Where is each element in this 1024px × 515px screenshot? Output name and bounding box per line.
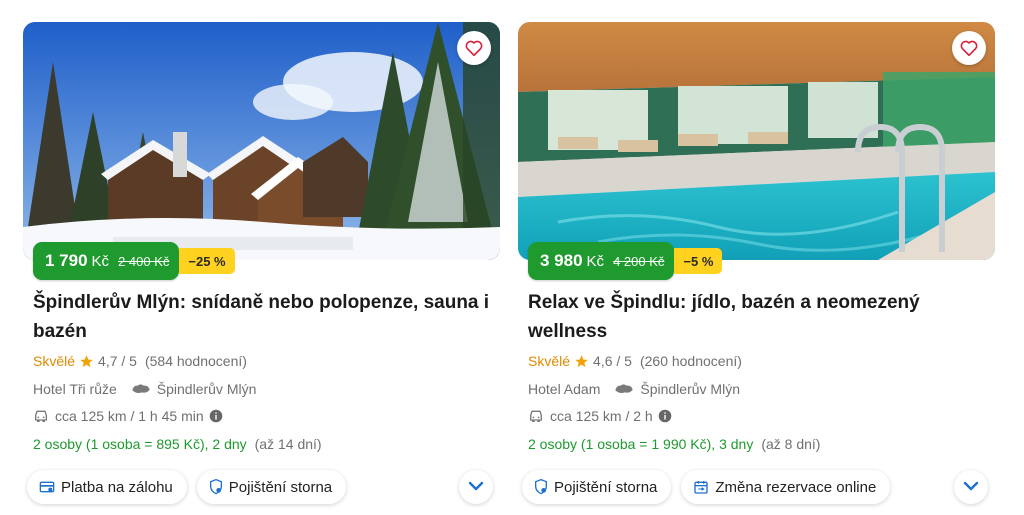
rating-word: Skvělé — [33, 353, 76, 369]
chip-label: Pojištění storna — [228, 478, 333, 496]
hotel-row: Hotel Adam Špindlerův Mlýn — [528, 381, 740, 397]
chip-label: Pojištění storna — [554, 478, 658, 496]
expand-button[interactable] — [459, 470, 493, 504]
expand-button[interactable] — [954, 470, 988, 504]
hotel-photo-indoor-pool[interactable] — [518, 22, 995, 260]
price-badge: 1 790 Kč 2 400 Kč — [33, 242, 180, 280]
location-name: Špindlerův Mlýn — [156, 381, 257, 397]
rating-value: 4,7 / 5 — [98, 353, 137, 369]
price-original: 2 400 Kč — [118, 253, 170, 269]
chip-label: Změna rezervace online — [715, 478, 877, 496]
location-name: Špindlerův Mlýn — [640, 381, 740, 397]
shield-icon — [209, 479, 223, 495]
hotel-name: Hotel Adam — [528, 381, 601, 397]
chip-cancellation-insurance[interactable]: Pojištění storna — [196, 470, 347, 504]
map-pin-icon — [614, 382, 634, 396]
hotel-name: Hotel Tři růže — [33, 381, 117, 397]
travel-row: cca 125 km / 1 h 45 min — [33, 408, 223, 424]
car-icon — [528, 409, 544, 423]
offer-card[interactable]: 3 980 Kč 4 200 Kč −5 % Relax ve Špindlu:… — [518, 22, 995, 515]
info-icon[interactable] — [209, 409, 223, 423]
heart-icon — [960, 40, 978, 56]
shield-icon — [534, 479, 548, 495]
heart-icon — [465, 40, 483, 56]
offer-title[interactable]: Relax ve Špindlu: jídlo, bazén a neomeze… — [528, 288, 988, 346]
price-currency: Kč — [586, 252, 605, 270]
offer-max-stay: (až 8 dní) — [761, 436, 821, 452]
card-icon — [39, 480, 55, 494]
price-current: 3 980 — [540, 251, 583, 270]
favorite-button[interactable] — [952, 31, 986, 65]
offer-persons-nights: 2 osoby (1 osoba = 895 Kč), 2 dny — [33, 436, 247, 452]
discount-badge: −25 % — [179, 248, 235, 274]
offer-details-row: 2 osoby (1 osoba = 1 990 Kč), 3 dny (až … — [528, 436, 820, 452]
map-pin-icon — [131, 382, 151, 396]
rating-row: Skvělé 4,6 / 5 (260 hodnocení) — [528, 353, 742, 369]
chevron-down-icon — [963, 478, 979, 496]
price-current: 1 790 — [45, 251, 88, 270]
price-badge: 3 980 Kč 4 200 Kč — [528, 242, 675, 280]
chip-deposit-payment[interactable]: Platba na zálohu — [27, 470, 187, 504]
rating-row: Skvělé 4,7 / 5 (584 hodnocení) — [33, 353, 247, 369]
feature-chips: Pojištění storna Změna rezervace online — [522, 470, 891, 504]
chip-cancellation-insurance[interactable]: Pojištění storna — [522, 470, 672, 504]
travel-row: cca 125 km / 2 h — [528, 408, 672, 424]
hotel-row: Hotel Tři růže Špindlerův Mlýn — [33, 381, 256, 397]
hotel-photo-image — [518, 22, 995, 260]
offer-max-stay: (až 14 dní) — [254, 436, 322, 452]
car-icon — [33, 409, 49, 423]
rating-value: 4,6 / 5 — [593, 353, 632, 369]
review-count: (584 hodnocení) — [144, 353, 247, 369]
price-row: 1 790 Kč 2 400 Kč −25 % — [33, 242, 235, 280]
offer-details-row: 2 osoby (1 osoba = 895 Kč), 2 dny (až 14… — [33, 436, 322, 452]
info-icon[interactable] — [658, 409, 672, 423]
hotel-photo-image — [23, 22, 500, 260]
price-original: 4 200 Kč — [613, 253, 665, 269]
discount-badge: −5 % — [674, 248, 723, 274]
star-icon — [79, 354, 94, 369]
travel-distance: cca 125 km / 1 h 45 min — [55, 408, 204, 424]
price-row: 3 980 Kč 4 200 Kč −5 % — [528, 242, 723, 280]
calendar-swap-icon — [693, 479, 709, 495]
travel-distance: cca 125 km / 2 h — [550, 408, 653, 424]
star-icon — [574, 354, 589, 369]
chip-label: Platba na zálohu — [61, 478, 173, 496]
rating-word: Skvělé — [528, 353, 571, 369]
offer-persons-nights: 2 osoby (1 osoba = 1 990 Kč), 3 dny — [528, 436, 754, 452]
chevron-down-icon — [468, 478, 484, 496]
chip-online-rebooking[interactable]: Změna rezervace online — [681, 470, 891, 504]
offer-card[interactable]: 1 790 Kč 2 400 Kč −25 % Špindlerův Mlýn:… — [23, 22, 500, 515]
feature-chips: Platba na zálohu Pojištění storna — [27, 470, 347, 504]
favorite-button[interactable] — [457, 31, 491, 65]
hotel-photo-winter-chalet[interactable] — [23, 22, 500, 260]
review-count: (260 hodnocení) — [639, 353, 742, 369]
offer-title[interactable]: Špindlerův Mlýn: snídaně nebo polopenze,… — [33, 288, 493, 346]
price-currency: Kč — [91, 252, 110, 270]
